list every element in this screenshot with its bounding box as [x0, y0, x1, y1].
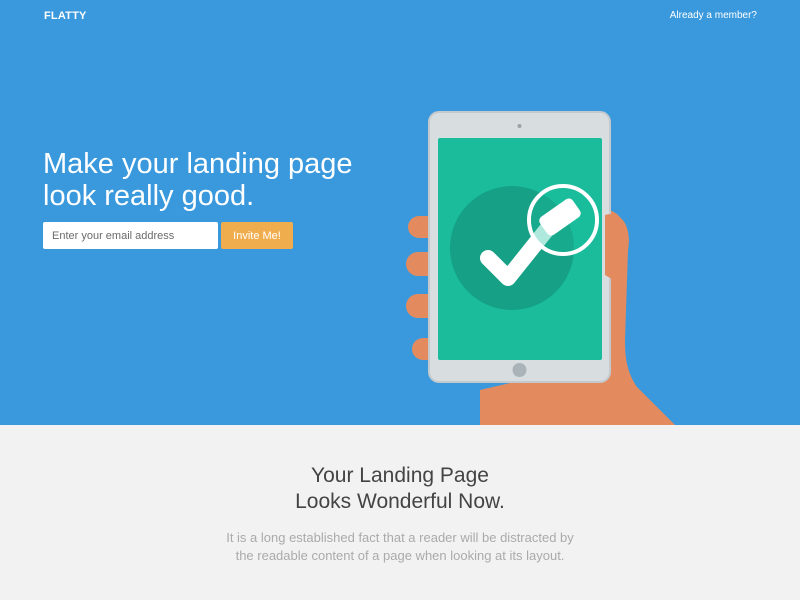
camera-dot	[517, 124, 522, 128]
section-title-line1: Your Landing Page	[311, 464, 489, 487]
home-button	[512, 363, 527, 377]
features-section: Your Landing Page Looks Wonderful Now. I…	[0, 425, 800, 600]
hero-headline: Make your landing page look really good.	[43, 148, 353, 212]
logo[interactable]: FLATTY	[44, 10, 87, 22]
tablet-hand-illustration	[406, 111, 675, 425]
email-input[interactable]	[43, 222, 218, 249]
section-title: Your Landing Page Looks Wonderful Now.	[0, 463, 800, 515]
hero-section: FLATTY Already a member? Make your landi…	[0, 0, 800, 425]
already-member-link[interactable]: Already a member?	[670, 10, 757, 21]
section-title-line2: Looks Wonderful Now.	[295, 490, 505, 513]
section-description: It is a long established fact that a rea…	[226, 530, 574, 563]
signup-form: Invite Me!	[43, 222, 293, 249]
invite-button[interactable]: Invite Me!	[221, 222, 293, 249]
